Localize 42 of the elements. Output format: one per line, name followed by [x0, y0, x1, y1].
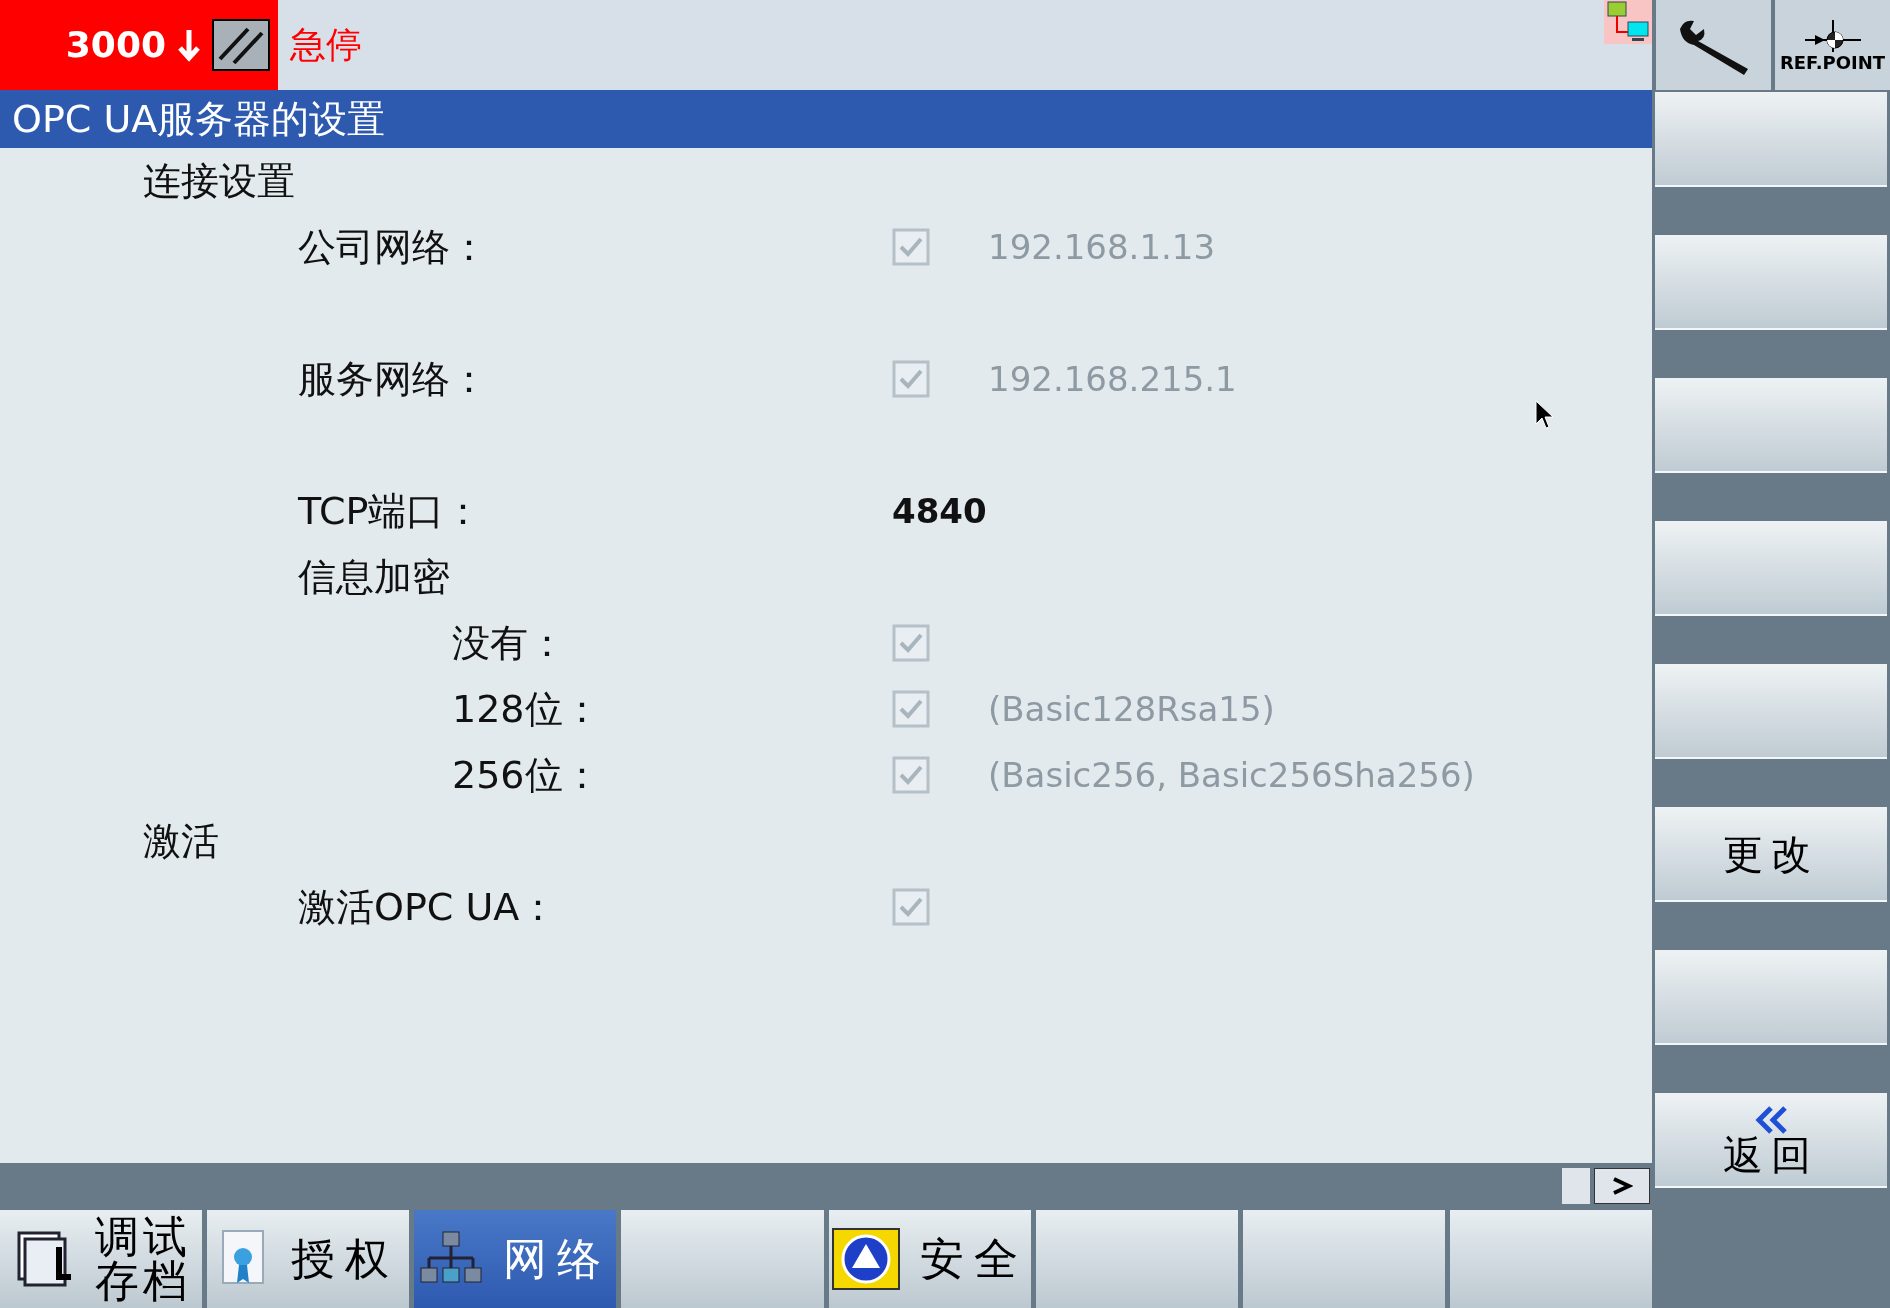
field-value: 192.168.1.13 [988, 225, 1216, 269]
reset-icon [212, 19, 270, 71]
section-heading: 连接设置 [143, 157, 295, 205]
port-value: 4840 [892, 489, 987, 533]
wrench-button[interactable] [1656, 0, 1771, 90]
field-label: 没有： [452, 619, 566, 667]
empty-tab[interactable] [1242, 1210, 1445, 1308]
empty-tab[interactable] [1449, 1210, 1652, 1308]
field-label: 256位： [452, 751, 601, 799]
network-status-icon [1604, 0, 1652, 44]
empty-softkey[interactable] [1655, 664, 1887, 759]
down-arrow-icon [178, 28, 200, 62]
softkey[interactable]: 更改 [1655, 807, 1887, 902]
scrollbar-thumb[interactable] [1562, 1167, 1590, 1204]
empty-tab[interactable] [621, 1210, 824, 1308]
empty-tab[interactable] [1035, 1210, 1238, 1308]
field-value: (Basic128Rsa15) [988, 687, 1275, 731]
reference-point-button[interactable]: REF.POINT [1775, 0, 1890, 90]
field-value: 192.168.215.1 [988, 357, 1237, 401]
empty-softkey[interactable] [1655, 378, 1887, 473]
field-label: 128位： [452, 685, 601, 733]
spindle-value: 3000 [65, 23, 166, 67]
field-label: 公司网络： [298, 223, 488, 271]
tab[interactable]: 授权 [207, 1210, 410, 1308]
section-heading: 信息加密 [298, 553, 450, 601]
field-label: TCP端口： [298, 487, 483, 535]
empty-softkey[interactable] [1655, 235, 1887, 330]
mouse-pointer-icon [1535, 400, 1555, 430]
section-heading: 激活 [143, 817, 219, 865]
tab[interactable]: 安全 [828, 1210, 1031, 1308]
softkey[interactable]: 返回 [1655, 1093, 1887, 1188]
tab[interactable]: 网络 [414, 1210, 617, 1308]
window-title: OPC UA服务器的设置 [0, 90, 1652, 148]
field-label: 服务网络： [298, 355, 488, 403]
tab[interactable]: 调试存档 [0, 1210, 203, 1308]
empty-softkey[interactable] [1655, 950, 1887, 1045]
chevron-right-icon [1611, 1175, 1633, 1196]
field-value: (Basic256, Basic256Sha256) [988, 753, 1475, 797]
scroll-right-button[interactable] [1594, 1167, 1650, 1204]
alarm-text: 急停 [290, 23, 362, 67]
field-label: 激活OPC UA： [298, 883, 558, 931]
empty-softkey[interactable] [1655, 521, 1887, 616]
